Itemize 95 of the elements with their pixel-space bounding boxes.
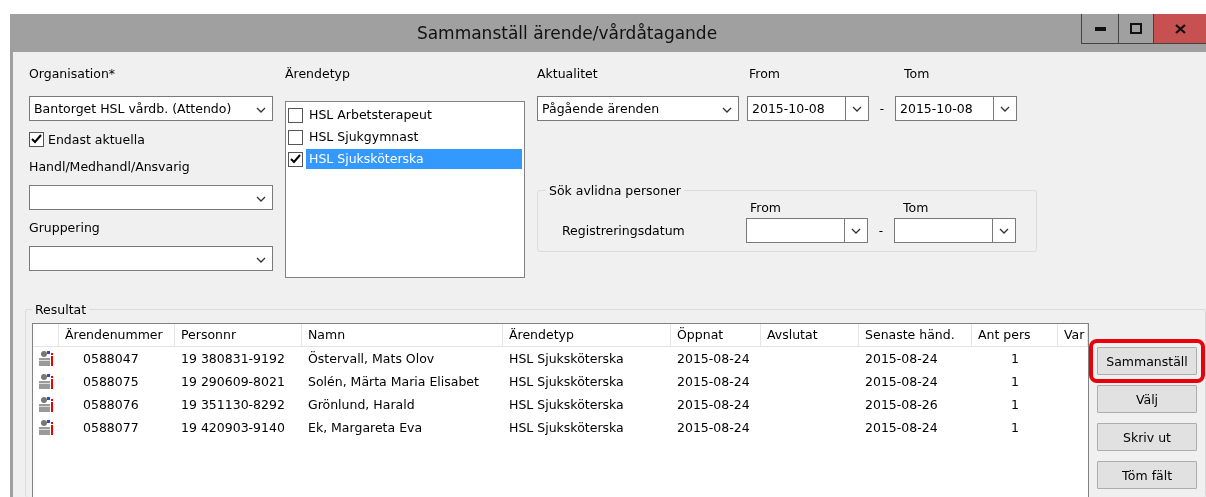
- chevron-down-icon: [851, 227, 861, 234]
- date-field[interactable]: [746, 218, 868, 243]
- table-row[interactable]: 0588076 19 351130-8292 Grönlund, Harald HSL Sjuksköterska 2015-08-24 2015-08-26 1: [33, 393, 1088, 416]
- table-cell-text: HSL Sjuksköterska: [508, 351, 625, 366]
- table-cell-text: 2015-08-24: [864, 420, 939, 435]
- table-cell-text: Östervall, Mats Olov: [307, 351, 436, 366]
- handler-dropdown[interactable]: [29, 185, 273, 210]
- table-cell-text: 0588047: [82, 351, 140, 366]
- chevron-down-icon: [256, 196, 266, 202]
- action-button[interactable]: Skriv ut: [1097, 423, 1197, 451]
- table-cell-text: 1: [1010, 420, 1020, 435]
- date-field[interactable]: 2015-10-08: [747, 96, 869, 121]
- case-file-icon: [38, 419, 54, 436]
- chevron-down-icon: [999, 227, 1009, 234]
- close-button[interactable]: [1153, 14, 1206, 44]
- chevron-down-icon: [722, 107, 732, 113]
- table-cell-text: 2015-08-24: [676, 351, 751, 366]
- case-file-icon: [38, 396, 54, 413]
- close-icon: [1174, 23, 1186, 34]
- checkbox[interactable]: [288, 151, 303, 167]
- case-file-icon: [38, 373, 54, 390]
- field-label: Tom: [903, 199, 929, 217]
- group-title: Resultat: [34, 302, 88, 317]
- table-cell-text: 2015-08-26: [864, 397, 939, 412]
- list-item[interactable]: HSL Arbetsterapeut: [306, 105, 522, 125]
- field-label: Tom: [904, 65, 930, 83]
- column-header[interactable]: Personnr: [175, 324, 302, 346]
- table-cell-text: 2015-08-24: [676, 397, 751, 412]
- table-cell-text: 19 380831-9192: [180, 351, 286, 366]
- chevron-down-icon: [256, 257, 266, 263]
- date-field[interactable]: 2015-10-08: [895, 96, 1017, 121]
- dash: -: [877, 223, 885, 238]
- column-header[interactable]: Ärendenummer: [59, 324, 175, 346]
- table-cell-text: 1: [1010, 351, 1020, 366]
- dash: -: [878, 101, 886, 116]
- column-header[interactable]: Namn: [302, 324, 503, 346]
- table-cell-text: HSL Sjuksköterska: [508, 397, 625, 412]
- table-cell-text: HSL Sjuksköterska: [508, 420, 625, 435]
- table-row[interactable]: 0588077 19 420903-9140 Ek, Margareta Eva HSL Sjuksköterska 2015-08-24 2015-08-24 1: [33, 416, 1088, 439]
- checkmark-icon: [290, 154, 301, 164]
- column-header[interactable]: Ant pers: [972, 324, 1058, 346]
- table-cell-text: 1: [1010, 374, 1020, 389]
- checkbox[interactable]: [288, 107, 303, 123]
- list-item[interactable]: HSL Sjukgymnast: [306, 127, 522, 147]
- window-title: Sammanställ ärende/vårdåtagande: [415, 23, 719, 43]
- column-header[interactable]: Avslutat: [761, 324, 859, 346]
- field-label: From: [750, 199, 782, 217]
- table-row[interactable]: 0588075 19 290609-8021 Solén, Märta Maria Elisabet HSL Sjuksköterska 2015-08-24 2015-08-24 1: [33, 370, 1088, 393]
- column-header[interactable]: Senaste händ.: [859, 324, 972, 346]
- table-cell-text: 2015-08-24: [676, 374, 751, 389]
- checkbox[interactable]: [288, 129, 303, 145]
- field-label: Gruppering: [29, 219, 101, 237]
- table-cell-text: Solén, Märta Maria Elisabet: [307, 374, 480, 389]
- case-file-icon: [38, 350, 54, 367]
- table-cell-text: 0588077: [82, 420, 140, 435]
- group-title: Sök avlidna personer: [548, 183, 682, 198]
- chevron-down-icon: [1000, 105, 1010, 112]
- field-label: Organisation*: [29, 65, 117, 83]
- checkbox[interactable]: [29, 131, 44, 147]
- minimize-button[interactable]: [1081, 14, 1118, 44]
- table-cell-text: 0588076: [82, 397, 140, 412]
- field-label: Handl/Medhandl/Ansvarig: [29, 158, 191, 176]
- table-cell-text: Ek, Margareta Eva: [307, 420, 424, 435]
- field-label: Ärendetyp: [285, 65, 351, 83]
- column-header[interactable]: Ärendetyp: [503, 324, 671, 346]
- maximize-icon: [1130, 23, 1142, 34]
- table-cell-text: 2015-08-24: [864, 351, 939, 366]
- chevron-down-icon: [852, 105, 862, 112]
- column-header[interactable]: Öppnat: [671, 324, 761, 346]
- grouping-dropdown[interactable]: [29, 246, 273, 271]
- action-button[interactable]: Välj: [1097, 385, 1197, 413]
- table-cell-text: 2015-08-24: [864, 374, 939, 389]
- table-cell-text: 19 351130-8292: [180, 397, 286, 412]
- field-label: Aktualitet: [537, 65, 599, 83]
- organisation-dropdown[interactable]: Bantorget HSL vårdb. (Attendo): [29, 96, 273, 121]
- table-cell-text: 1: [1010, 397, 1020, 412]
- chevron-down-icon: [256, 107, 266, 113]
- field-label: Registreringsdatum: [562, 221, 686, 240]
- minimize-icon: [1094, 26, 1106, 31]
- maximize-button[interactable]: [1118, 14, 1153, 44]
- table-row[interactable]: 0588047 19 380831-9192 Östervall, Mats Olov HSL Sjuksköterska 2015-08-24 2015-08-24 1: [33, 347, 1088, 370]
- action-button[interactable]: Sammanställ: [1097, 347, 1197, 375]
- field-label: From: [749, 65, 781, 83]
- column-header[interactable]: Var: [1058, 324, 1088, 346]
- checkmark-icon: [31, 134, 42, 144]
- table-cell-text: Grönlund, Harald: [307, 397, 416, 412]
- currency-dropdown[interactable]: Pågående ärenden: [537, 96, 739, 121]
- table-cell-text: HSL Sjuksköterska: [508, 374, 625, 389]
- table-cell-text: 19 290609-8021: [180, 374, 286, 389]
- date-field[interactable]: [894, 218, 1016, 243]
- table-cell-text: 19 420903-9140: [180, 420, 286, 435]
- table-cell-text: 2015-08-24: [676, 420, 751, 435]
- table-cell-text: 0588075: [82, 374, 140, 389]
- checkbox-label: Endast aktuella: [48, 131, 145, 147]
- action-button[interactable]: Töm fält: [1097, 461, 1197, 489]
